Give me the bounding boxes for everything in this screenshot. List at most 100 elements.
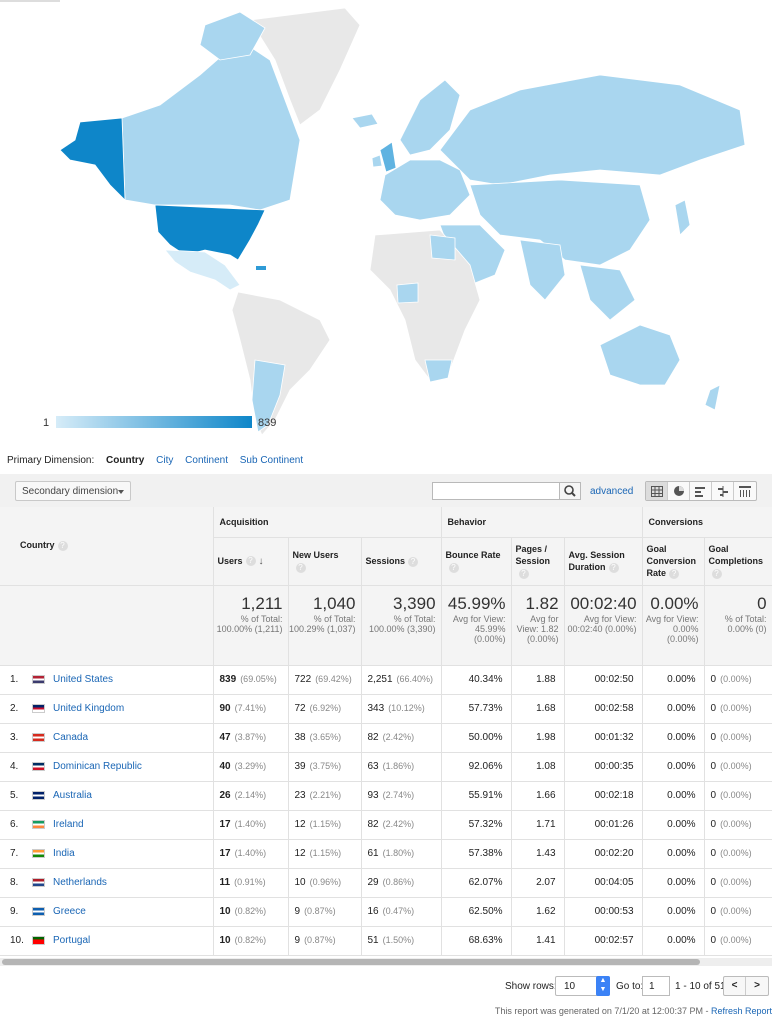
help-icon[interactable]: ? bbox=[245, 556, 256, 567]
behavior-group-header: Behavior bbox=[441, 507, 643, 538]
pages-session-cell: 1.08 bbox=[511, 752, 565, 782]
sessions-pct: (1.50%) bbox=[382, 935, 415, 945]
next-page-button[interactable]: > bbox=[746, 977, 768, 995]
users-cell: 17 (1.40%) bbox=[213, 810, 289, 840]
sessions-column-header[interactable]: Sessions? bbox=[361, 537, 442, 586]
goal-rate-cell: 0.00% bbox=[642, 665, 705, 695]
country-link[interactable]: Australia bbox=[53, 790, 92, 801]
help-icon[interactable]: ? bbox=[57, 541, 68, 552]
help-icon[interactable]: ? bbox=[608, 562, 619, 573]
world-map-svg[interactable] bbox=[0, 0, 772, 445]
row-index: 2. bbox=[10, 703, 19, 714]
goal-completions-header-label: Goal Completions bbox=[708, 544, 764, 566]
sessions-pct: (0.86%) bbox=[382, 877, 415, 887]
comparison-view-button[interactable] bbox=[712, 482, 734, 500]
bounce-rate-cell: 57.32% bbox=[441, 810, 512, 840]
bar-view-button[interactable] bbox=[690, 482, 712, 500]
prev-page-button[interactable]: < bbox=[724, 977, 747, 995]
sessions-value: 29 bbox=[367, 877, 379, 888]
country-link[interactable]: Ireland bbox=[53, 819, 84, 830]
horizontal-scrollbar[interactable] bbox=[0, 958, 772, 966]
pages-session-cell: 1.62 bbox=[511, 897, 565, 927]
users-pct: (3.87%) bbox=[234, 732, 267, 742]
country-link[interactable]: Netherlands bbox=[53, 877, 107, 888]
search-icon bbox=[564, 485, 576, 497]
sessions-value: 61 bbox=[367, 848, 379, 859]
geo-map[interactable]: 1 839 bbox=[0, 0, 772, 445]
help-icon[interactable]: ? bbox=[518, 568, 529, 579]
help-icon[interactable]: ? bbox=[408, 556, 419, 567]
goal-rate-cell: 0.00% bbox=[642, 926, 705, 956]
flag-india-icon bbox=[32, 848, 45, 858]
pages-session-header-label: Pages / Session bbox=[515, 544, 551, 566]
new-users-pct: (1.15%) bbox=[309, 819, 342, 829]
pie-view-button[interactable] bbox=[668, 482, 690, 500]
country-cell: 10. Portugal bbox=[0, 926, 214, 956]
sessions-value: 51 bbox=[367, 935, 379, 946]
grid-view-button[interactable] bbox=[646, 482, 668, 500]
dimension-city[interactable]: City bbox=[156, 455, 173, 466]
help-icon[interactable]: ? bbox=[448, 562, 459, 573]
show-rows-label: Show rows: bbox=[505, 981, 557, 992]
show-rows-select[interactable]: 10 ▲ ▼ bbox=[555, 976, 610, 996]
goal-rate-column-header[interactable]: Goal Conversion Rate? bbox=[642, 537, 705, 586]
goal-completions-pct: (0.00%) bbox=[720, 703, 752, 713]
new-users-cell: 9 (0.87%) bbox=[288, 897, 362, 927]
country-link[interactable]: Canada bbox=[53, 732, 88, 743]
users-cell: 40 (3.29%) bbox=[213, 752, 289, 782]
country-link[interactable]: United States bbox=[53, 674, 113, 685]
map-region-australia bbox=[599, 324, 681, 386]
bounce-rate-column-header[interactable]: Bounce Rate? bbox=[441, 537, 512, 586]
help-icon[interactable]: ? bbox=[295, 562, 306, 573]
users-value: 17 bbox=[219, 848, 231, 859]
pivot-view-button[interactable] bbox=[734, 482, 756, 500]
refresh-report-link[interactable]: Refresh Report bbox=[711, 1006, 772, 1016]
dimension-sub-continent[interactable]: Sub Continent bbox=[240, 455, 303, 466]
users-column-header[interactable]: Users? ↓ bbox=[213, 537, 289, 586]
sessions-header-label: Sessions bbox=[365, 556, 406, 566]
row-index: 7. bbox=[10, 848, 19, 859]
help-icon[interactable]: ? bbox=[711, 568, 722, 579]
country-link[interactable]: United Kingdom bbox=[53, 703, 124, 714]
goal-completions-value: 0 bbox=[710, 819, 717, 830]
total-new-users-value: 1,040 bbox=[312, 593, 356, 613]
country-link[interactable]: Portugal bbox=[53, 935, 90, 946]
search-button[interactable] bbox=[559, 482, 581, 500]
bounce-rate-cell: 92.06% bbox=[441, 752, 512, 782]
pages-session-cell: 1.98 bbox=[511, 723, 565, 753]
country-column-header[interactable]: Country? bbox=[0, 507, 214, 586]
table-search-input[interactable] bbox=[432, 482, 560, 500]
help-icon[interactable]: ? bbox=[669, 568, 680, 579]
country-link[interactable]: Greece bbox=[53, 906, 86, 917]
goal-completions-column-header[interactable]: Goal Completions? bbox=[704, 537, 772, 586]
avg-duration-column-header[interactable]: Avg. Session Duration? bbox=[564, 537, 643, 586]
new-users-cell: 12 (1.15%) bbox=[288, 810, 362, 840]
avg-duration-cell: 00:00:35 bbox=[564, 752, 643, 782]
stepper-icon[interactable]: ▲ ▼ bbox=[596, 976, 610, 996]
acquisition-group-header: Acquisition bbox=[213, 507, 442, 538]
total-pages-session-value: 1.82 bbox=[525, 593, 559, 613]
secondary-dimension-dropdown[interactable]: Secondary dimension bbox=[15, 481, 131, 501]
sessions-pct: (2.42%) bbox=[382, 732, 415, 742]
goal-completions-pct: (0.00%) bbox=[720, 877, 752, 887]
goto-page-input[interactable]: 1 bbox=[642, 976, 670, 996]
map-region-united-kingdom bbox=[379, 141, 397, 173]
users-value: 40 bbox=[219, 761, 231, 772]
dimension-continent[interactable]: Continent bbox=[185, 455, 228, 466]
new-users-column-header[interactable]: New Users? bbox=[288, 537, 362, 586]
scrollbar-thumb[interactable] bbox=[2, 959, 700, 965]
avg-duration-cell: 00:00:53 bbox=[564, 897, 643, 927]
sessions-pct: (0.47%) bbox=[382, 906, 415, 916]
flag-united-states-icon bbox=[32, 674, 45, 684]
map-region-southeast-asia bbox=[579, 264, 636, 321]
country-cell: 9. Greece bbox=[0, 897, 214, 927]
pages-session-column-header[interactable]: Pages / Session? bbox=[511, 537, 565, 586]
map-region-iceland bbox=[351, 113, 379, 129]
advanced-filter-link[interactable]: advanced bbox=[590, 486, 633, 497]
pages-session-cell: 2.07 bbox=[511, 868, 565, 898]
country-link[interactable]: Dominican Republic bbox=[53, 761, 142, 772]
total-pages-session: 1.82 Avg for View: 1.82 (0.00%) bbox=[511, 585, 565, 666]
country-link[interactable]: India bbox=[53, 848, 75, 859]
sort-descending-icon[interactable]: ↓ bbox=[259, 556, 264, 567]
sessions-value: 82 bbox=[367, 732, 379, 743]
